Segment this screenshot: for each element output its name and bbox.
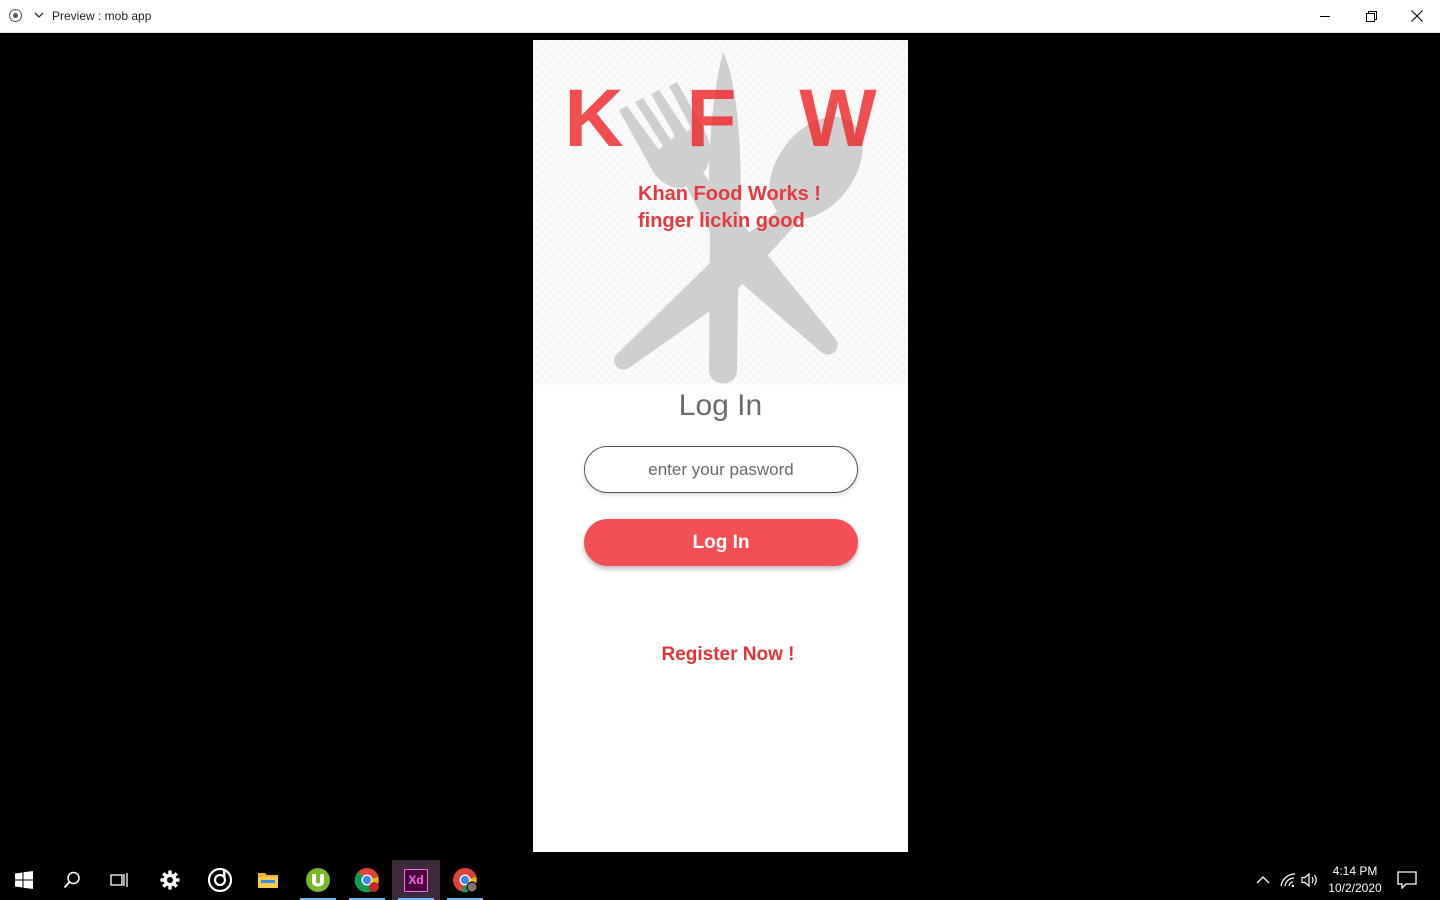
tagline-line-1: Khan Food Works ! — [638, 183, 821, 205]
groove-music-icon[interactable] — [196, 860, 244, 900]
close-icon — [1411, 10, 1423, 22]
record-icon[interactable] — [9, 9, 22, 22]
network-icon[interactable] — [1278, 870, 1298, 890]
taskbar: Xd 4:14 PM 10/2/2020 — [0, 860, 1440, 900]
restore-icon — [1365, 10, 1377, 22]
show-hidden-icons-chevron-icon[interactable] — [1253, 870, 1273, 890]
file-explorer-icon[interactable] — [244, 860, 292, 900]
clock-date: 10/2/2020 — [1328, 881, 1382, 895]
clock-time: 4:14 PM — [1332, 864, 1378, 878]
settings-icon[interactable] — [146, 860, 194, 900]
register-link[interactable]: Register Now ! — [533, 644, 908, 666]
notifications-icon[interactable] — [1397, 870, 1417, 890]
mobile-artboard: K F W Khan Food Works ! finger lickin go… — [533, 40, 908, 852]
login-button[interactable]: Log In — [584, 519, 858, 566]
restore-button[interactable] — [1348, 0, 1394, 32]
brand-tagline: Khan Food Works ! finger lickin good — [638, 181, 821, 235]
volume-icon[interactable] — [1300, 870, 1320, 890]
window-title-bar: Preview : mob app — [0, 0, 1440, 33]
login-heading: Log In — [678, 389, 763, 422]
utorrent-icon[interactable] — [294, 860, 342, 900]
chrome-profile-icon[interactable] — [441, 860, 489, 900]
chevron-down-icon[interactable] — [32, 7, 46, 23]
close-button[interactable] — [1394, 0, 1440, 32]
brand-logo-text: K F W — [564, 73, 897, 164]
tagline-line-2: finger lickin good — [638, 210, 805, 232]
minimize-icon — [1320, 16, 1330, 17]
taskbar-clock[interactable]: 4:14 PM 10/2/2020 — [1322, 863, 1388, 897]
hero-banner: K F W Khan Food Works ! finger lickin go… — [533, 40, 908, 385]
task-view-icon[interactable] — [96, 860, 144, 900]
window-title: Preview : mob app — [52, 9, 152, 23]
adobe-xd-icon[interactable]: Xd — [392, 860, 440, 900]
password-input[interactable] — [584, 446, 858, 493]
windows-start-icon[interactable] — [0, 860, 48, 900]
chrome-icon[interactable] — [343, 860, 391, 900]
search-icon[interactable] — [48, 860, 96, 900]
minimize-button[interactable] — [1302, 0, 1348, 32]
